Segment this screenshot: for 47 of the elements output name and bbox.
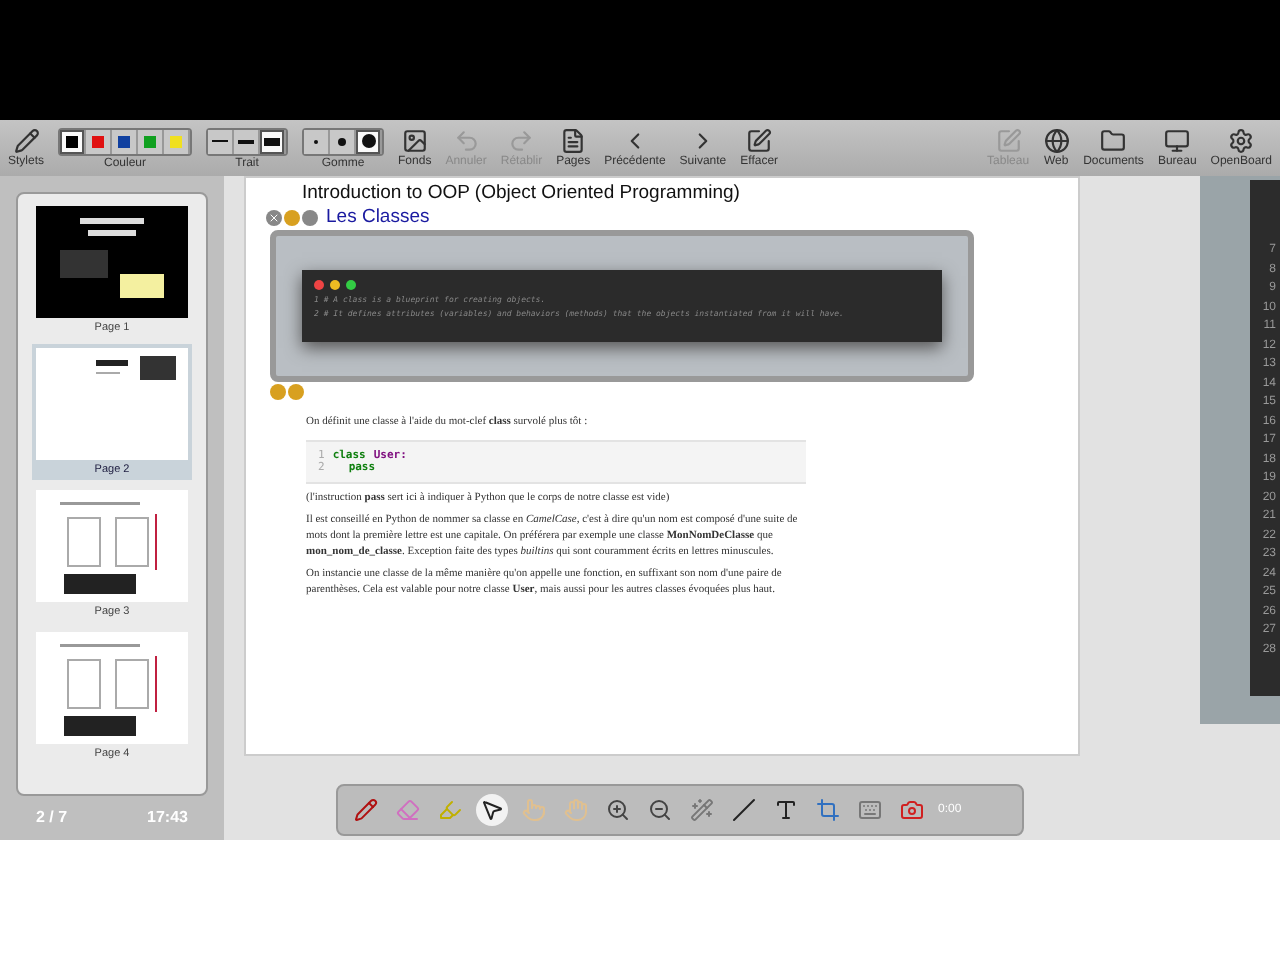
color-swatch[interactable] [164, 129, 191, 153]
line-width-button[interactable] [234, 129, 261, 153]
color-swatch[interactable] [138, 129, 165, 153]
board-icon [995, 128, 1022, 154]
eraser-size-button[interactable] [356, 129, 383, 153]
tool-button[interactable] [728, 794, 760, 826]
color-swatch[interactable] [60, 129, 87, 153]
redo-icon [508, 128, 535, 154]
window-dot [314, 280, 324, 290]
keyboard-icon [858, 798, 882, 822]
hand-icon [564, 798, 588, 822]
gear-icon [1228, 128, 1255, 154]
page-thumbnail[interactable] [36, 490, 188, 602]
text-icon [774, 798, 798, 822]
page-thumbnail[interactable] [36, 632, 188, 744]
window-dot [346, 280, 356, 290]
zoom-in-icon [606, 798, 630, 822]
down-handle[interactable] [302, 209, 318, 225]
pen-icon [13, 128, 39, 154]
color-swatch[interactable] [86, 129, 113, 153]
eraser-size-button[interactable] [330, 129, 357, 153]
folder-icon [1100, 128, 1127, 154]
zoom-out-icon [648, 798, 672, 822]
line-icon [732, 798, 756, 822]
line-width-button[interactable] [208, 129, 235, 153]
highlighter-icon [438, 798, 462, 822]
page-icon [560, 128, 587, 154]
close-handle[interactable] [266, 209, 282, 225]
menu-handle[interactable] [284, 209, 300, 225]
page-counter: 2 / 7 [36, 808, 68, 826]
hand-icon [522, 798, 546, 822]
page-thumbnail[interactable] [36, 348, 188, 460]
undo-icon [453, 128, 480, 154]
pen-icon [354, 798, 378, 822]
section-heading: Les Classes [326, 206, 430, 228]
capture-icon [816, 798, 840, 822]
globe-icon [1043, 128, 1070, 154]
page-thumbnail[interactable] [36, 206, 188, 318]
tool-button[interactable] [476, 794, 508, 826]
monitor-icon [1164, 128, 1191, 154]
document-title: Introduction to OOP (Object Oriented Programming) [302, 182, 742, 204]
color-swatch[interactable] [112, 129, 139, 153]
pointer-icon [480, 798, 504, 822]
clock-text: 17:43 [147, 808, 188, 826]
picture-frame-icon [401, 128, 428, 154]
line-width-button[interactable] [260, 129, 287, 153]
window-dot [330, 280, 340, 290]
